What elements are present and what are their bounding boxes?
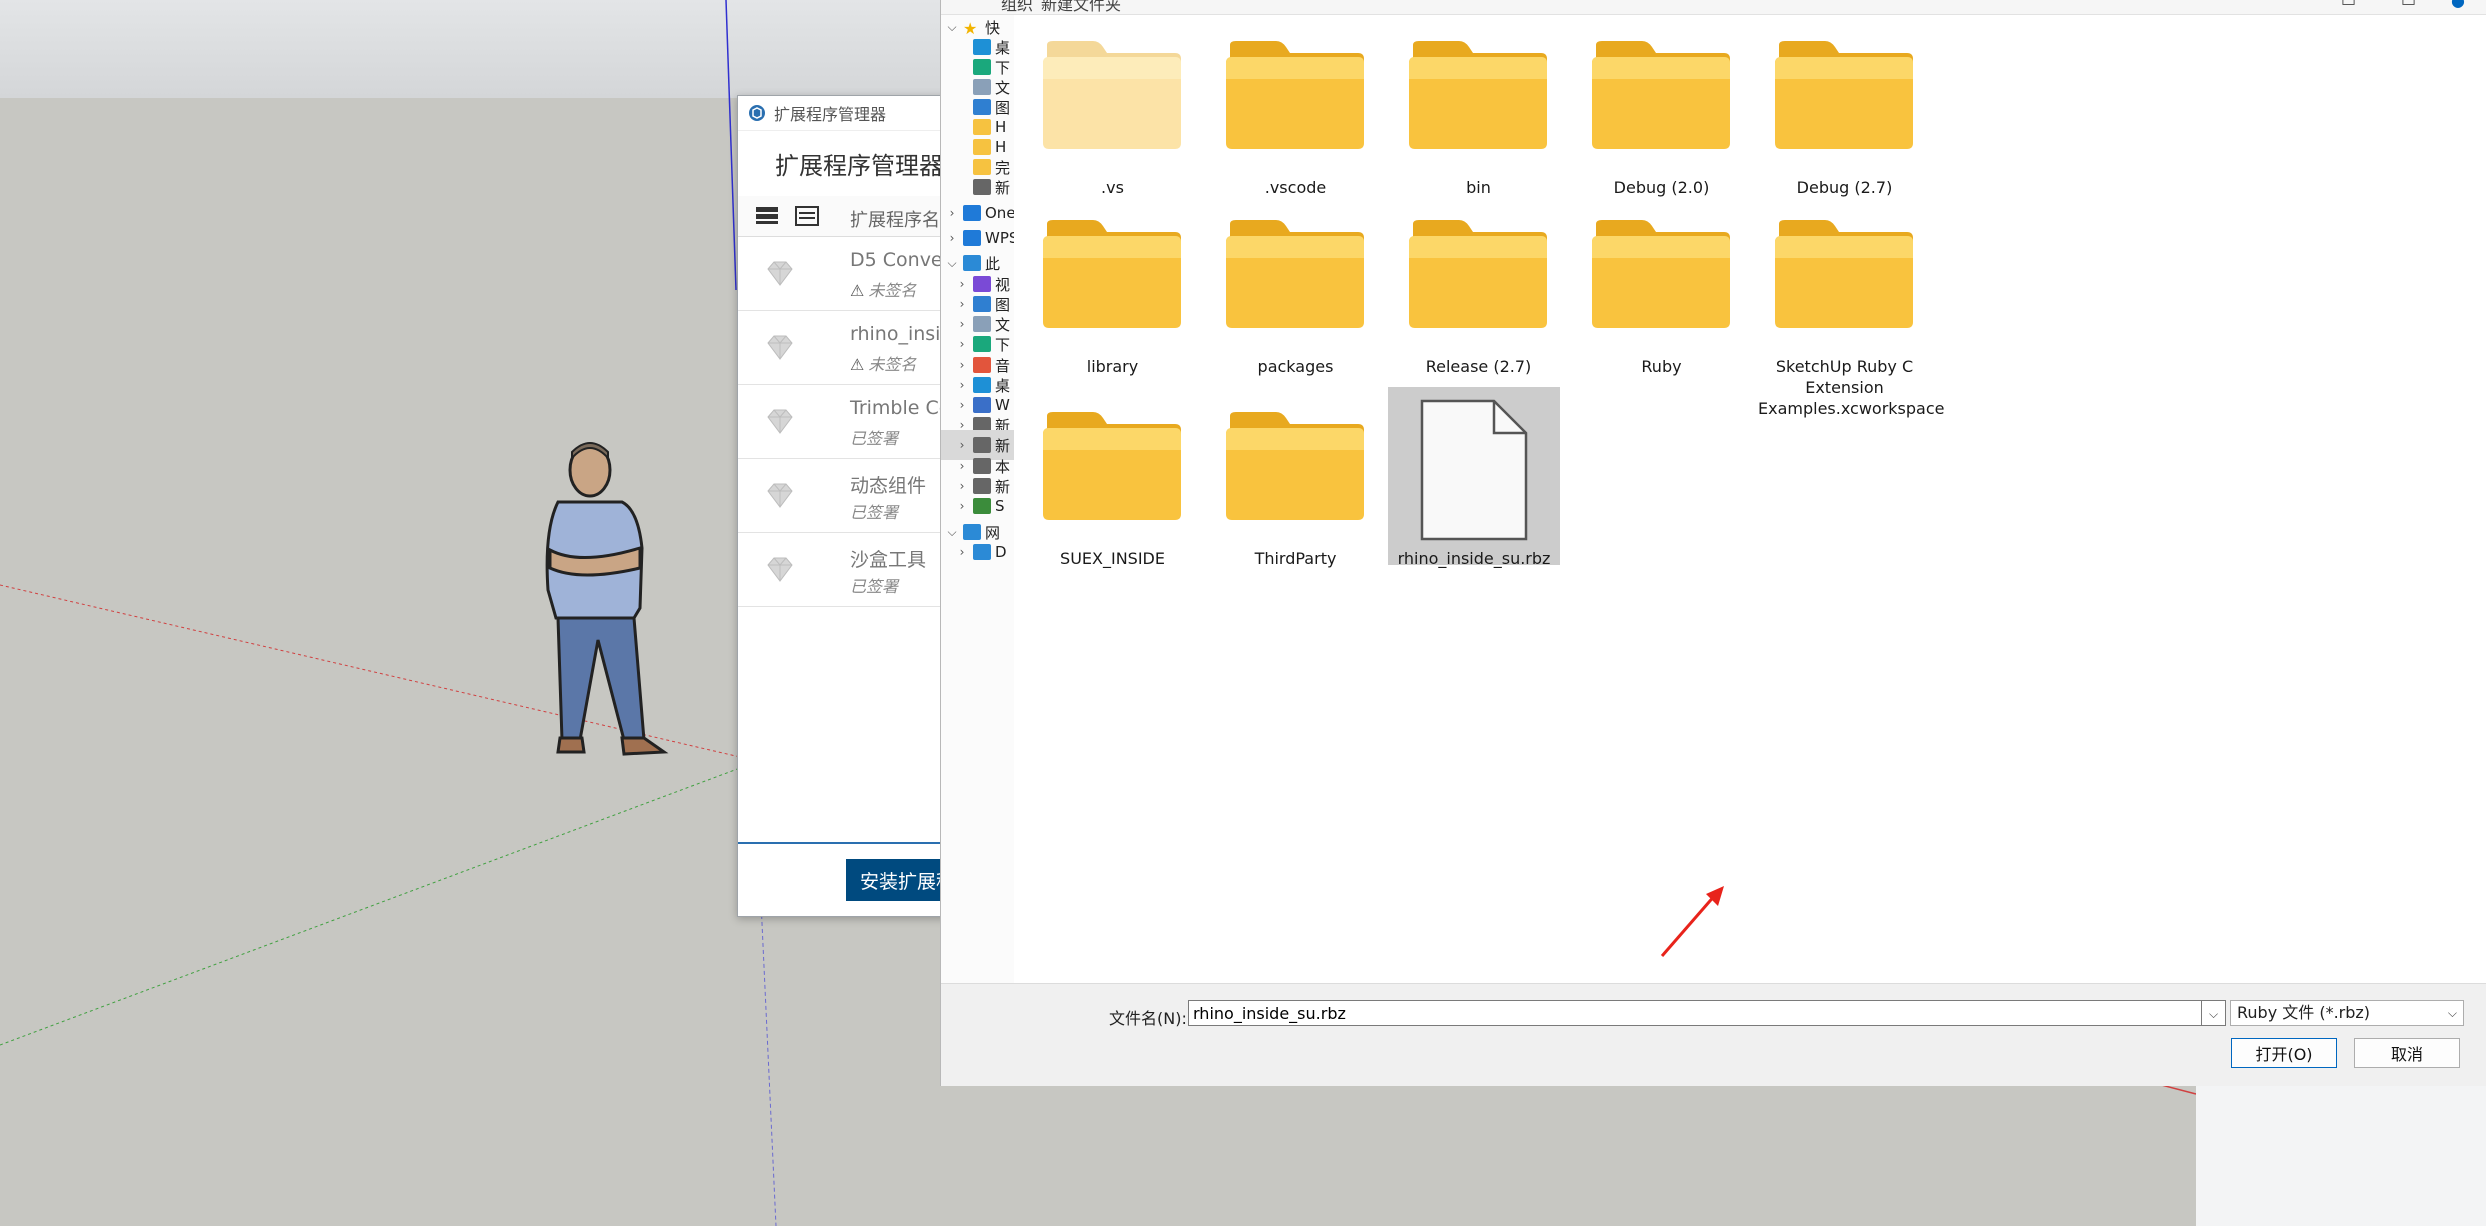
file-name: rhino_inside_su.rbz — [1397, 549, 1551, 568]
document-file-icon — [1420, 399, 1528, 541]
annotation-arrow — [1660, 886, 1724, 957]
extension-manager-heading: 扩展程序管理器 — [775, 152, 943, 180]
ruby-gem-icon — [767, 483, 793, 508]
extension-status: 已签署 — [850, 429, 899, 448]
filename-input[interactable] — [1188, 1000, 2202, 1026]
folder-item[interactable]: SUEX_INSIDE — [1026, 386, 1199, 568]
extension-manager-window-title: 扩展程序管理器 — [774, 105, 887, 124]
chevron-right-icon[interactable]: › — [955, 545, 969, 559]
extension-status: ⚠ 未签名 — [850, 355, 917, 374]
warning-icon: ⚠ — [850, 355, 865, 374]
ruby-gem-icon — [767, 557, 793, 582]
folder-icon — [1409, 41, 1547, 149]
chevron-right-icon[interactable]: › — [955, 337, 969, 351]
usb-drive-icon — [973, 498, 991, 514]
view-options-icon[interactable]: ▭ — [2341, 0, 2356, 10]
scale-figure-person — [545, 442, 669, 756]
nav-item-label: 新 — [995, 178, 1011, 197]
folder-icon — [1775, 41, 1913, 149]
folder-name: SketchUp Ruby C Extension Examples.xcwor… — [1758, 357, 1945, 418]
folder-item[interactable]: .vs — [1026, 15, 1199, 197]
preview-pane-icon[interactable]: ▭ — [2401, 0, 2416, 10]
sketchup-logo-icon — [749, 105, 765, 121]
folder-icon — [1409, 220, 1547, 328]
filename-label: 文件名(N): — [1109, 1009, 1187, 1028]
chevron-down-icon: ⌵ — [2208, 1007, 2219, 1021]
folder-name: SUEX_INSIDE — [1060, 549, 1165, 568]
folder-name: Ruby — [1641, 357, 1682, 376]
chevron-right-icon[interactable]: › — [945, 206, 959, 220]
folder-name: Release (2.7) — [1425, 357, 1532, 376]
help-icon[interactable]: ● — [2451, 0, 2465, 10]
folder-icon — [1043, 220, 1181, 328]
blue-axis-dashed — [759, 879, 777, 1226]
blue-axis — [725, 0, 737, 291]
list-view-icon[interactable] — [754, 204, 780, 228]
folder-icon — [1592, 41, 1730, 149]
right-panel-strip — [2196, 1085, 2486, 1226]
folder-icon — [1592, 220, 1730, 328]
open-button[interactable]: 打开(O) — [2231, 1038, 2337, 1068]
extension-name-column-label: 扩展程序名 — [850, 210, 940, 231]
folder-icon — [1226, 41, 1364, 149]
folder-name: library — [1086, 357, 1139, 376]
filetype-select[interactable]: Ruby 文件 (*.rbz) ⌵ — [2230, 1000, 2464, 1026]
filename-history-dropdown[interactable]: ⌵ — [2202, 1000, 2226, 1026]
folder-item[interactable]: library — [1026, 194, 1199, 376]
folder-icon — [1043, 412, 1181, 520]
folder-icon — [1226, 412, 1364, 520]
cloud-icon — [963, 205, 981, 221]
file-list-view: .vs .vscode bin Debug (2.0) Debug (2.7) libra… — [1014, 15, 2486, 983]
organize-menu[interactable]: 组织 — [1001, 0, 1033, 14]
folder-name: ThirdParty — [1254, 549, 1337, 568]
new-folder-button[interactable]: 新建文件夹 — [1041, 0, 1121, 14]
green-axis-dashed — [0, 767, 741, 1046]
ruby-gem-icon — [767, 335, 793, 360]
folder-item[interactable]: Release (2.7) — [1392, 194, 1565, 376]
folder-icon — [1043, 41, 1181, 149]
folder-icon — [1226, 220, 1364, 328]
folder-item[interactable]: Ruby — [1575, 194, 1748, 376]
folder-item[interactable]: ThirdParty — [1209, 386, 1382, 568]
ruby-gem-icon — [767, 409, 793, 434]
chevron-right-icon[interactable]: › — [955, 499, 969, 513]
chevron-right-icon[interactable]: › — [955, 438, 969, 452]
nav-item[interactable]: › D — [955, 537, 1007, 567]
pc-icon — [973, 544, 991, 560]
extension-name: 动态组件 — [850, 475, 927, 497]
file-item[interactable]: rhino_inside_su.rbz — [1388, 387, 1560, 568]
folder-item[interactable]: packages — [1209, 194, 1382, 376]
dialog-command-bar: 组织 新建文件夹 ▭ ▭ ● — [941, 0, 2486, 15]
folder-item[interactable]: SketchUp Ruby C Extension Examples.xcwor… — [1758, 194, 1944, 418]
drive-icon — [973, 179, 991, 195]
extension-status: 已签署 — [850, 577, 899, 596]
extension-status: ⚠ 未签名 — [850, 281, 917, 300]
cancel-button[interactable]: 取消 — [2354, 1038, 2460, 1068]
extension-name: 沙盒工具 — [850, 549, 927, 571]
nav-item-label: WPS — [985, 229, 1014, 247]
ruby-gem-icon — [767, 261, 793, 286]
cloud-icon — [963, 230, 981, 246]
folder-item[interactable]: .vscode — [1209, 15, 1382, 197]
compact-view-icon[interactable] — [794, 204, 820, 228]
extension-status: 已签署 — [850, 503, 899, 522]
nav-item-label: OneDrive — [985, 204, 1015, 222]
folder-item[interactable]: bin — [1392, 15, 1565, 197]
dialog-bottom-bar: 文件名(N): ⌵ Ruby 文件 (*.rbz)⌵ 打开(O) 取消 — [941, 983, 2486, 1086]
nav-item-label: D — [995, 543, 1007, 561]
folder-icon — [1775, 220, 1913, 328]
nav-item-label: S — [995, 497, 1005, 515]
warning-icon: ⚠ — [850, 281, 865, 300]
folder-name: packages — [1257, 357, 1334, 376]
folder-item[interactable]: Debug (2.0) — [1575, 15, 1748, 197]
chevron-right-icon[interactable]: › — [945, 231, 959, 245]
navigation-pane: ⌵★快桌下文图HH完新›OneDrive›WPS⌵此›视›图›文›下›音›桌›W… — [941, 15, 1015, 983]
chevron-down-icon: ⌵ — [2447, 1006, 2457, 1020]
folder-item[interactable]: Debug (2.7) — [1758, 15, 1931, 197]
